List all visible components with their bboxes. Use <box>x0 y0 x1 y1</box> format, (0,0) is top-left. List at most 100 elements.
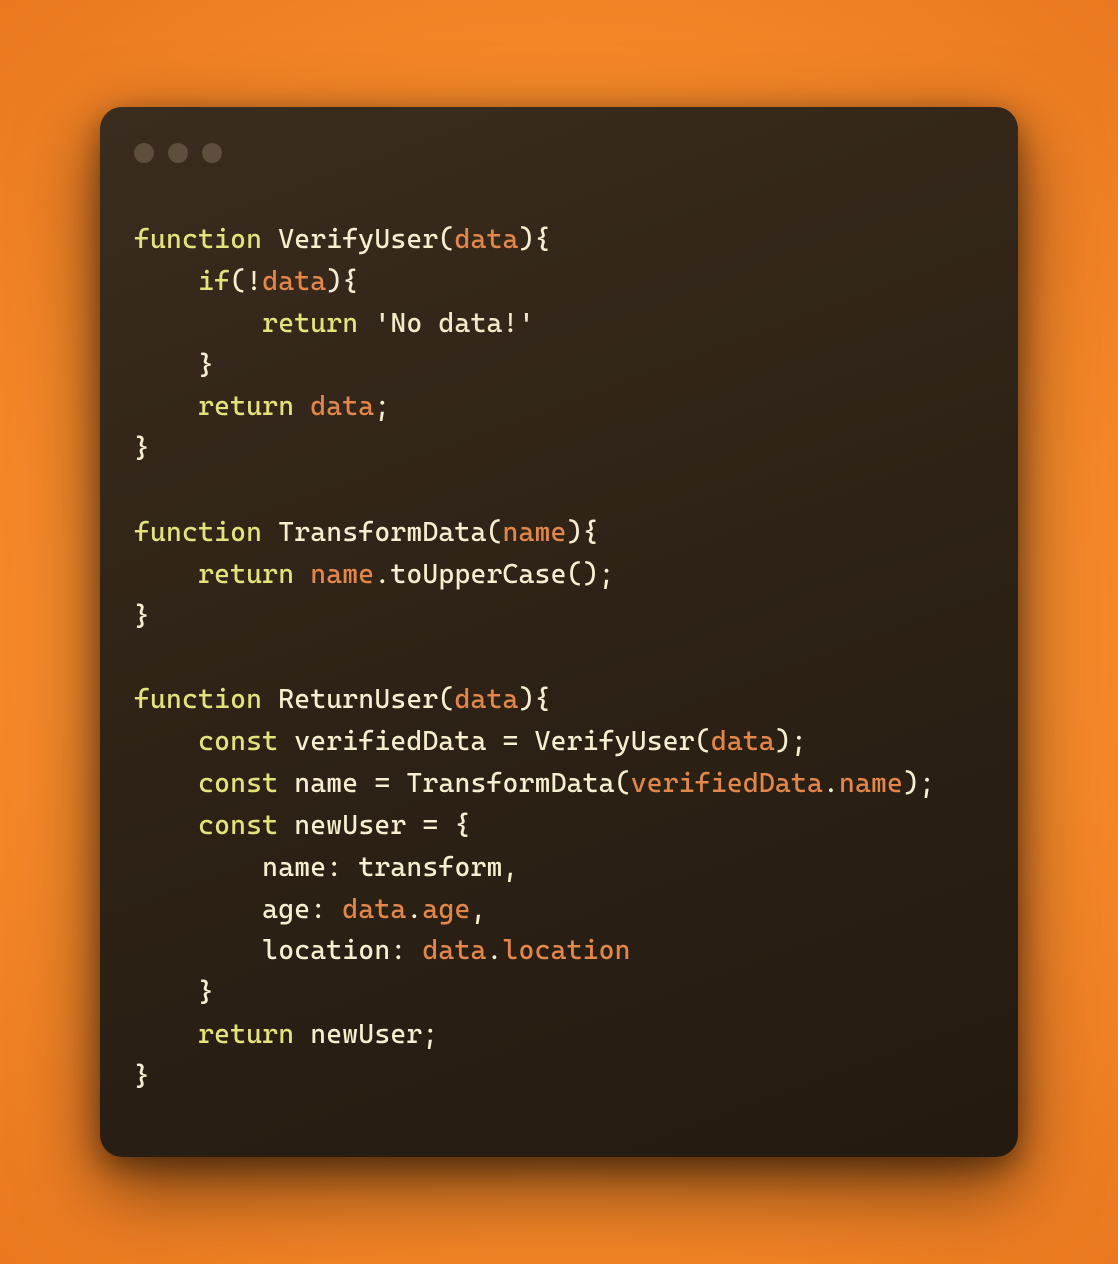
code-token: ) <box>583 559 599 590</box>
window-control-zoom[interactable] <box>202 143 222 163</box>
code-token: ; <box>374 391 390 422</box>
code-token: toUpperCase <box>390 559 566 590</box>
code-token <box>262 684 278 715</box>
code-token: : <box>326 852 342 883</box>
code-token: data <box>454 684 518 715</box>
code-token: verifiedData <box>631 768 823 799</box>
code-token <box>358 768 374 799</box>
code-token <box>519 726 535 757</box>
code-token: . <box>374 559 390 590</box>
code-token: } <box>134 433 150 464</box>
code-token: return <box>262 308 358 339</box>
code-token: name <box>503 517 567 548</box>
code-token: ) <box>567 517 583 548</box>
code-token: return <box>198 391 294 422</box>
code-token: data <box>262 266 326 297</box>
code-token <box>486 726 502 757</box>
code-token: location <box>503 935 631 966</box>
code-token <box>134 308 262 339</box>
code-token: name <box>310 559 374 590</box>
code-token: TransformData <box>278 517 486 548</box>
code-token: function <box>134 517 262 548</box>
code-token: function <box>134 224 262 255</box>
code-token <box>406 935 422 966</box>
code-token: . <box>406 894 422 925</box>
code-token: ) <box>519 224 535 255</box>
code-token: return <box>198 559 294 590</box>
code-token: ) <box>775 726 791 757</box>
code-token <box>134 350 198 381</box>
code-token: ) <box>519 684 535 715</box>
code-token: = <box>374 768 390 799</box>
code-token <box>326 894 342 925</box>
code-token: { <box>535 224 551 255</box>
code-token: { <box>583 517 599 548</box>
code-token: name <box>839 768 903 799</box>
code-token <box>262 224 278 255</box>
window-titlebar <box>134 143 984 163</box>
code-token <box>358 308 374 339</box>
code-block: function VerifyUser(data){ if(!data){ re… <box>134 219 984 1098</box>
code-token: newUser <box>310 1019 422 1050</box>
code-token: data <box>454 224 518 255</box>
code-token: . <box>823 768 839 799</box>
code-token <box>278 768 294 799</box>
code-token: { <box>342 266 358 297</box>
code-token: = <box>503 726 519 757</box>
code-token: data <box>422 935 486 966</box>
code-token <box>134 935 262 966</box>
code-token: age <box>422 894 470 925</box>
code-token: VerifyUser <box>535 726 695 757</box>
code-token: age <box>262 894 310 925</box>
code-token: return <box>198 1019 294 1050</box>
code-token <box>134 559 198 590</box>
code-token: transform <box>358 852 502 883</box>
code-token: data <box>342 894 406 925</box>
window-control-minimize[interactable] <box>168 143 188 163</box>
code-token <box>134 391 198 422</box>
code-token: ; <box>422 1019 438 1050</box>
code-token: ( <box>230 266 246 297</box>
code-token: location <box>262 935 390 966</box>
code-token <box>134 1019 198 1050</box>
code-token: , <box>503 852 519 883</box>
code-token: : <box>390 935 406 966</box>
code-token: ; <box>919 768 935 799</box>
code-token: ) <box>326 266 342 297</box>
code-token <box>390 768 406 799</box>
code-token: const <box>198 768 278 799</box>
code-token: } <box>134 601 150 632</box>
code-token <box>134 894 262 925</box>
code-token: { <box>535 684 551 715</box>
code-token <box>406 810 422 841</box>
code-token: , <box>470 894 486 925</box>
code-window: function VerifyUser(data){ if(!data){ re… <box>100 107 1018 1157</box>
code-token: ( <box>486 517 502 548</box>
code-token <box>134 852 262 883</box>
code-token: : <box>310 894 326 925</box>
code-token: ( <box>438 224 454 255</box>
code-token: ; <box>791 726 807 757</box>
code-token <box>438 810 454 841</box>
code-token <box>294 1019 310 1050</box>
code-token <box>134 810 198 841</box>
code-token: const <box>198 810 278 841</box>
code-token: ( <box>438 684 454 715</box>
code-token <box>294 559 310 590</box>
code-token: name <box>262 852 326 883</box>
code-token <box>342 852 358 883</box>
code-token <box>262 517 278 548</box>
code-token: if <box>198 266 230 297</box>
code-token <box>278 810 294 841</box>
window-control-close[interactable] <box>134 143 154 163</box>
code-token: { <box>454 810 470 841</box>
code-token: . <box>487 935 503 966</box>
code-token: = <box>422 810 438 841</box>
code-token: ! <box>246 266 262 297</box>
code-token <box>294 391 310 422</box>
code-token: ) <box>903 768 919 799</box>
code-token: function <box>134 684 262 715</box>
code-token: ( <box>567 559 583 590</box>
code-token: verifiedData <box>294 726 486 757</box>
code-token: const <box>198 726 278 757</box>
